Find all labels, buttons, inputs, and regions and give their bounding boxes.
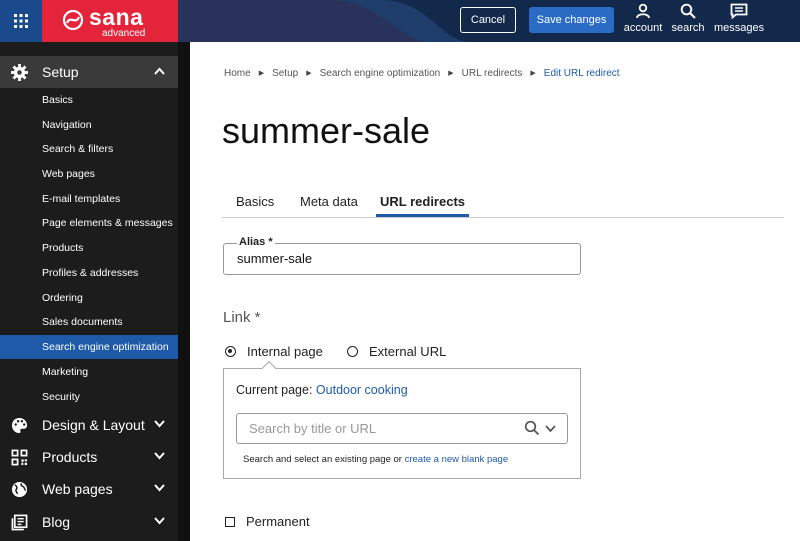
- breadcrumb-separator-icon: ▶: [258, 70, 265, 77]
- chevron-up-icon: [154, 67, 165, 75]
- sidebar-item-seo[interactable]: Search engine optimization: [0, 335, 178, 359]
- sana-logo[interactable]: sana advanced: [42, 0, 178, 42]
- messages-button[interactable]: messages: [714, 3, 764, 39]
- chevron-down-icon: [154, 420, 165, 428]
- cancel-button[interactable]: Cancel: [460, 7, 516, 33]
- page-search-placeholder: Search by title or URL: [249, 421, 377, 436]
- current-page-label: Current page:: [236, 383, 313, 397]
- sidebar-item-navigation[interactable]: Navigation: [0, 113, 178, 137]
- sidebar-section-label: Setup: [42, 64, 79, 80]
- search-help-text: Search and select an existing page or cr…: [243, 454, 508, 465]
- sidebar-section-label: Blog: [42, 514, 71, 530]
- radio-unselected-icon: [347, 346, 358, 357]
- breadcrumb: Home ▶ Setup ▶ Search engine optimization ▶ UR…: [224, 68, 620, 79]
- blog-icon: [11, 514, 28, 531]
- messages-icon: [730, 3, 748, 19]
- breadcrumb-seo[interactable]: Search engine optimization: [320, 68, 441, 79]
- brand-name: sana: [89, 4, 144, 30]
- sidebar-item-marketing[interactable]: Marketing: [0, 360, 178, 384]
- sidebar-item-products[interactable]: Products: [0, 236, 178, 260]
- grid-icon: [14, 14, 28, 28]
- chevron-down-icon[interactable]: [545, 425, 556, 433]
- search-icon: [680, 3, 696, 19]
- chevron-down-icon: [154, 484, 165, 492]
- tab-meta-data[interactable]: Meta data: [300, 194, 358, 218]
- sidebar-section-label: Web pages: [42, 481, 113, 497]
- palette-icon: [11, 417, 28, 434]
- radio-internal-page-label: Internal page: [247, 344, 323, 359]
- alias-value: summer-sale: [237, 251, 313, 266]
- sana-logo-icon: [62, 9, 84, 31]
- sidebar-item-basics[interactable]: Basics: [0, 88, 178, 112]
- alias-label: Alias *: [237, 236, 275, 248]
- sidebar-section-blog[interactable]: Blog: [0, 506, 178, 538]
- permanent-checkbox[interactable]: Permanent: [225, 514, 310, 529]
- current-page: Current page: Outdoor cooking: [236, 383, 408, 397]
- chevron-down-icon: [154, 452, 165, 460]
- sidebar-item-email-templates[interactable]: E-mail templates: [0, 187, 178, 211]
- breadcrumb-current: Edit URL redirect: [543, 68, 620, 79]
- sidebar-scrollbar[interactable]: [178, 42, 190, 541]
- brand-subtitle: advanced: [102, 28, 146, 39]
- sidebar-item-search-filters[interactable]: Search & filters: [0, 137, 178, 161]
- app-launcher-button[interactable]: [0, 0, 42, 42]
- breadcrumb-separator-icon: ▶: [306, 70, 312, 77]
- sidebar-item-profiles-addresses[interactable]: Profiles & addresses: [0, 261, 178, 285]
- chevron-down-icon: [154, 517, 165, 525]
- breadcrumb-home[interactable]: Home: [224, 68, 251, 79]
- sidebar: Setup Basics Navigation Search & filters…: [0, 42, 190, 541]
- sidebar-section-setup[interactable]: Setup: [0, 56, 178, 88]
- current-page-link[interactable]: Outdoor cooking: [316, 383, 408, 397]
- sidebar-item-web-pages[interactable]: Web pages: [0, 162, 178, 186]
- top-bar: sana advanced Cancel Save changes accoun…: [0, 0, 800, 42]
- breadcrumb-separator-icon: ▶: [448, 70, 454, 77]
- breadcrumb-url-redirects[interactable]: URL redirects: [462, 68, 523, 79]
- sidebar-section-products[interactable]: Products: [0, 441, 178, 473]
- tab-bar: Basics Meta data URL redirects: [222, 194, 784, 218]
- permanent-label: Permanent: [246, 514, 310, 529]
- sidebar-nav: Setup Basics Navigation Search & filters…: [0, 42, 178, 541]
- radio-selected-icon: [225, 346, 236, 357]
- gear-icon: [11, 64, 28, 81]
- sidebar-item-ordering[interactable]: Ordering: [0, 286, 178, 310]
- tab-basics[interactable]: Basics: [236, 194, 274, 218]
- radio-internal-page[interactable]: Internal page: [225, 344, 323, 359]
- account-icon: [636, 3, 650, 19]
- breadcrumb-separator-icon: ▶: [530, 70, 536, 77]
- breadcrumb-setup[interactable]: Setup: [272, 68, 298, 79]
- tab-url-redirects[interactable]: URL redirects: [376, 194, 470, 217]
- sidebar-section-label: Design & Layout: [42, 417, 145, 433]
- qr-code-icon: [11, 449, 28, 466]
- page-title: summer-sale: [222, 110, 431, 151]
- radio-external-url-label: External URL: [369, 344, 447, 359]
- sidebar-section-design-layout[interactable]: Design & Layout: [0, 409, 178, 441]
- sidebar-item-page-elements[interactable]: Page elements & messages: [0, 211, 178, 235]
- account-label: account: [623, 22, 663, 34]
- save-changes-button[interactable]: Save changes: [529, 7, 614, 33]
- search-icon[interactable]: [524, 420, 540, 436]
- help-text: Search and select an existing page or: [243, 454, 402, 465]
- messages-label: messages: [713, 22, 765, 34]
- account-button[interactable]: account: [624, 3, 662, 39]
- sidebar-section-web-pages[interactable]: Web pages: [0, 473, 178, 505]
- radio-external-url[interactable]: External URL: [347, 344, 446, 359]
- sidebar-item-security[interactable]: Security: [0, 385, 178, 409]
- sidebar-item-sales-documents[interactable]: Sales documents: [0, 310, 178, 334]
- globe-icon: [11, 481, 28, 498]
- link-section-title: Link *: [223, 309, 261, 326]
- checkbox-icon: [225, 516, 235, 527]
- search-label: search: [671, 22, 705, 34]
- sidebar-section-label: Products: [42, 449, 98, 465]
- create-blank-page-link[interactable]: create a new blank page: [405, 454, 509, 465]
- search-button[interactable]: search: [671, 3, 705, 39]
